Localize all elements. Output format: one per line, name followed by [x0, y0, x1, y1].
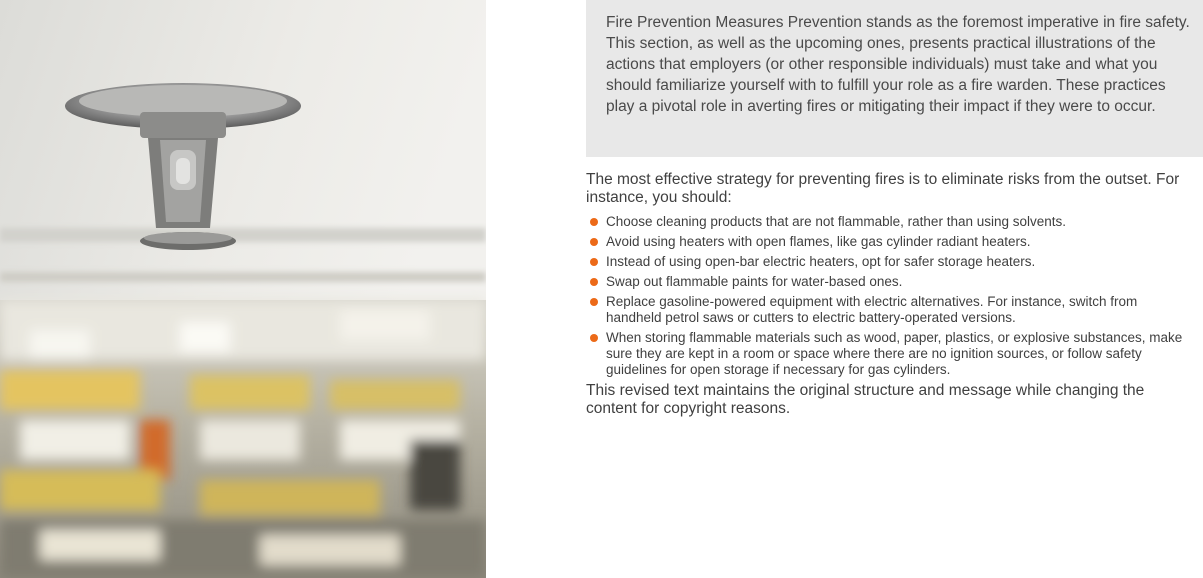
bullet-icon — [590, 218, 598, 226]
sprinkler-photo-illustration — [0, 0, 486, 578]
body-content: The most effective strategy for preventi… — [586, 171, 1186, 418]
bullet-icon — [590, 258, 598, 266]
bullet-icon — [590, 278, 598, 286]
list-item-text: Choose cleaning products that are not fl… — [606, 214, 1067, 229]
lead-paragraph: The most effective strategy for preventi… — [586, 171, 1180, 206]
intro-callout: Fire Prevention Measures Prevention stan… — [586, 0, 1203, 157]
bullet-icon — [590, 334, 598, 342]
list-item-text: Replace gasoline-powered equipment with … — [606, 294, 1138, 325]
list-item-text: Avoid using heaters with open flames, li… — [606, 234, 1031, 249]
list-item-text: When storing flammable materials such as… — [606, 330, 1183, 377]
list-item: When storing flammable materials such as… — [586, 330, 1186, 378]
sprinkler-office-photo — [0, 0, 486, 578]
list-item-text: Instead of using open-bar electric heate… — [606, 254, 1036, 269]
bullet-icon — [590, 238, 598, 246]
prevention-list: Choose cleaning products that are not fl… — [586, 214, 1186, 378]
closing-paragraph: This revised text maintains the original… — [586, 382, 1145, 417]
intro-text: Fire Prevention Measures Prevention stan… — [606, 14, 1190, 115]
list-item-text: Swap out flammable paints for water-base… — [606, 274, 903, 289]
list-item: Instead of using open-bar electric heate… — [586, 254, 1186, 270]
list-item: Swap out flammable paints for water-base… — [586, 274, 1186, 290]
list-item: Avoid using heaters with open flames, li… — [586, 234, 1186, 250]
list-item: Choose cleaning products that are not fl… — [586, 214, 1186, 230]
bullet-icon — [590, 298, 598, 306]
list-item: Replace gasoline-powered equipment with … — [586, 294, 1186, 326]
